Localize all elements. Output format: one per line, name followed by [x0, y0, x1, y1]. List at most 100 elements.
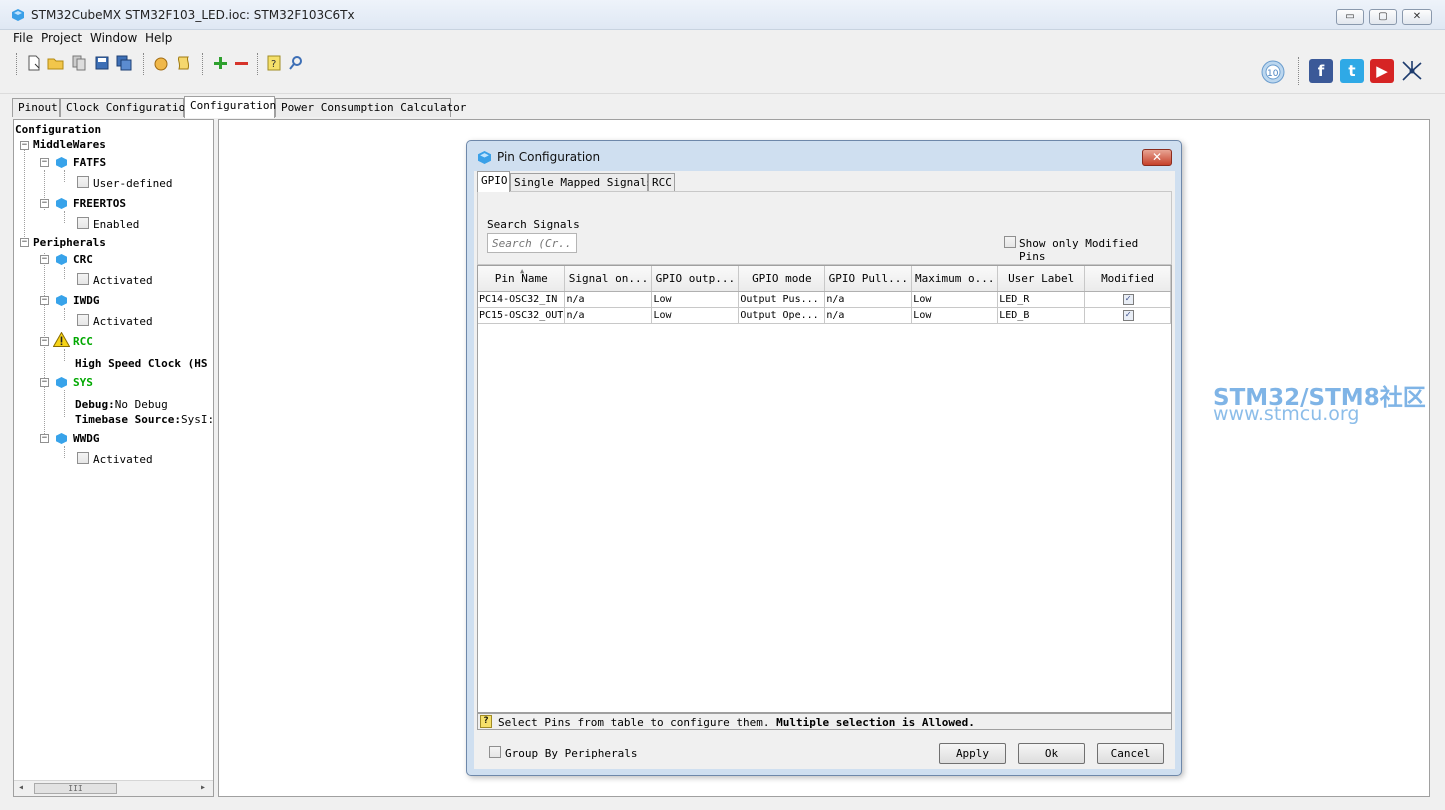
save-icon[interactable]	[93, 54, 111, 72]
table-row[interactable]: PC14-OSC32_IN n/a Low Output Pus... n/a …	[478, 291, 1171, 308]
menu-help[interactable]: Help	[145, 31, 172, 45]
tree-line	[64, 170, 65, 182]
apply-button[interactable]: Apply	[939, 743, 1006, 764]
maximize-button[interactable]: ▢	[1369, 9, 1397, 25]
cell-modified[interactable]: ✓	[1084, 307, 1171, 324]
save-all-icon[interactable]	[115, 54, 133, 72]
tree-fatfs[interactable]: FATFS	[73, 156, 106, 169]
freertos-enabled-checkbox[interactable]	[77, 217, 89, 229]
column-signal-on-pin[interactable]: Signal on...	[564, 266, 653, 292]
collapse-toggle[interactable]: −	[20, 141, 29, 150]
column-gpio-output-level[interactable]: GPIO outp...	[651, 266, 740, 292]
sys-debug-key: Debug:	[75, 398, 115, 411]
network-icon[interactable]	[1400, 59, 1424, 83]
tab-pinout[interactable]: Pinout	[12, 98, 60, 117]
minimize-button[interactable]: ▭	[1336, 9, 1364, 25]
tab-single-mapped-signals[interactable]: Single Mapped Signals	[510, 173, 653, 192]
sys-debug-value: No Debug	[114, 398, 168, 411]
cell-gpio-mode[interactable]: Output Ope...	[738, 307, 826, 324]
cell-output-level[interactable]: Low	[651, 291, 740, 308]
collapse-toggle[interactable]: −	[40, 158, 49, 167]
fatfs-option-label: User-defined	[93, 177, 173, 190]
cell-max-speed[interactable]: Low	[911, 307, 999, 324]
group-by-peripherals-checkbox[interactable]	[489, 746, 501, 758]
dialog-close-button[interactable]: ✕	[1142, 149, 1172, 166]
help-icon[interactable]: ?	[265, 54, 283, 72]
modified-checkbox[interactable]: ✓	[1122, 294, 1134, 305]
tree-wwdg[interactable]: WWDG	[73, 432, 100, 445]
twitter-icon[interactable]: t	[1340, 59, 1364, 83]
tree-iwdg[interactable]: IWDG	[73, 294, 100, 307]
column-gpio-pull[interactable]: GPIO Pull...	[824, 266, 913, 292]
tree-peripherals[interactable]: Peripherals	[33, 236, 106, 249]
tab-clock-configuration[interactable]: Clock Configuration	[60, 98, 192, 117]
collapse-toggle[interactable]: −	[40, 434, 49, 443]
tab-configuration[interactable]: Configuration	[184, 96, 276, 118]
cell-pin-name[interactable]: PC15-OSC32_OUT	[478, 307, 566, 324]
wwdg-activated-checkbox[interactable]	[77, 452, 89, 464]
search-about-icon[interactable]	[287, 54, 305, 72]
zoom-out-icon[interactable]	[232, 54, 250, 72]
collapse-toggle[interactable]: −	[40, 199, 49, 208]
scroll-thumb[interactable]: III	[34, 783, 117, 794]
cell-signal[interactable]: n/a	[564, 291, 653, 308]
badge-icon[interactable]: 10	[1260, 59, 1286, 85]
close-window-button[interactable]: ✕	[1402, 9, 1432, 25]
collapse-toggle[interactable]: −	[40, 337, 49, 346]
search-signals-input[interactable]	[487, 233, 577, 253]
table-row[interactable]: PC15-OSC32_OUT n/a Low Output Ope... n/a…	[478, 307, 1171, 324]
sort-ascending-icon: ▲	[520, 267, 525, 275]
show-modified-pins-checkbox[interactable]	[1004, 236, 1016, 248]
open-folder-icon[interactable]	[47, 54, 65, 72]
column-maximum-output-speed[interactable]: Maximum o...	[911, 266, 999, 292]
zoom-in-icon[interactable]	[211, 54, 229, 72]
collapse-toggle[interactable]: −	[40, 378, 49, 387]
cube-icon	[56, 377, 67, 388]
script-icon[interactable]	[175, 54, 193, 72]
tree-rcc[interactable]: RCC	[73, 335, 93, 348]
modified-checkbox[interactable]: ✓	[1122, 310, 1134, 321]
tree-root-configuration[interactable]: Configuration	[15, 123, 101, 136]
cell-max-speed[interactable]: Low	[911, 291, 999, 308]
collapse-toggle[interactable]: −	[20, 238, 29, 247]
fatfs-user-defined-checkbox[interactable]	[77, 176, 89, 188]
iwdg-activated-checkbox[interactable]	[77, 314, 89, 326]
facebook-icon[interactable]: f	[1309, 59, 1333, 83]
collapse-toggle[interactable]: −	[40, 296, 49, 305]
menu-file[interactable]: File	[13, 31, 33, 45]
cell-signal[interactable]: n/a	[564, 307, 653, 324]
column-pin-name[interactable]: ▲ Pin Name	[478, 266, 566, 292]
ok-button[interactable]: Ok	[1018, 743, 1085, 764]
column-gpio-mode[interactable]: GPIO mode	[738, 266, 826, 292]
cell-gpio-pull[interactable]: n/a	[824, 307, 913, 324]
cell-pin-name[interactable]: PC14-OSC32_IN	[478, 291, 566, 308]
cell-user-label[interactable]: LED_R	[997, 291, 1086, 308]
cube-icon	[56, 198, 67, 209]
menu-window[interactable]: Window	[90, 31, 137, 45]
column-user-label[interactable]: User Label	[997, 266, 1086, 292]
cell-gpio-mode[interactable]: Output Pus...	[738, 291, 826, 308]
tree-crc[interactable]: CRC	[73, 253, 93, 266]
copy-icon[interactable]	[70, 54, 88, 72]
scroll-right-arrow-icon[interactable]: ▸	[200, 782, 206, 793]
tree-sys[interactable]: SYS	[73, 376, 93, 389]
horizontal-scrollbar[interactable]: ◂ III ▸	[14, 780, 213, 796]
cell-user-label[interactable]: LED_B	[997, 307, 1086, 324]
new-file-icon[interactable]	[25, 54, 43, 72]
menu-project[interactable]: Project	[41, 31, 82, 45]
crc-activated-checkbox[interactable]	[77, 273, 89, 285]
cancel-button[interactable]: Cancel	[1097, 743, 1164, 764]
tab-rcc[interactable]: RCC	[648, 173, 675, 192]
tree-freertos[interactable]: FREERTOS	[73, 197, 126, 210]
tab-power-consumption-calculator[interactable]: Power Consumption Calculator	[275, 98, 466, 117]
hand-icon[interactable]	[152, 54, 170, 72]
cell-output-level[interactable]: Low	[651, 307, 740, 324]
tree-middlewares[interactable]: MiddleWares	[33, 138, 106, 151]
scroll-left-arrow-icon[interactable]: ◂	[18, 782, 24, 793]
cell-modified[interactable]: ✓	[1084, 291, 1171, 308]
collapse-toggle[interactable]: −	[40, 255, 49, 264]
column-modified[interactable]: Modified	[1084, 266, 1171, 292]
youtube-icon[interactable]: ▶	[1370, 59, 1394, 83]
cell-gpio-pull[interactable]: n/a	[824, 291, 913, 308]
tab-gpio[interactable]: GPIO	[477, 171, 510, 192]
